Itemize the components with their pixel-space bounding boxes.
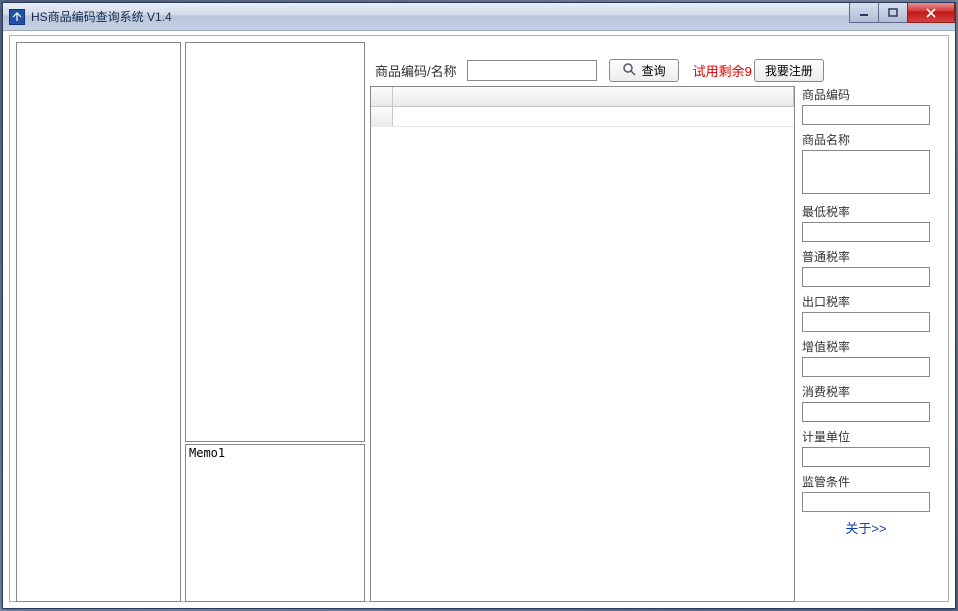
vat-label: 增值税率 <box>802 338 942 355</box>
export-tax-field[interactable] <box>802 312 930 332</box>
app-icon <box>9 9 25 25</box>
export-tax-label: 出口税率 <box>802 293 942 310</box>
search-icon <box>622 62 636 79</box>
window-controls <box>850 3 955 23</box>
details-panel: 商品编码 商品名称 最低税率 普通税率 出口税率 增值税率 <box>802 86 942 537</box>
client-area: Memo1 商品编码/名称 查询 试用剩余9 我要注册 <box>9 35 949 602</box>
app-window: HS商品编码查询系统 V1.4 Memo1 商品编码/名称 <box>2 2 956 609</box>
register-button-label: 我要注册 <box>765 64 813 78</box>
about-link[interactable]: 关于>> <box>802 518 930 537</box>
unit-field[interactable] <box>802 447 930 467</box>
code-label: 商品编码 <box>802 86 942 103</box>
grid-row-header <box>371 107 393 126</box>
unit-label: 计量单位 <box>802 428 942 445</box>
register-button[interactable]: 我要注册 <box>754 59 824 82</box>
normal-tax-label: 普通税率 <box>802 248 942 265</box>
grid-header-col1[interactable] <box>393 87 794 106</box>
memo-text: Memo1 <box>189 446 225 460</box>
trial-remaining-text: 试用剩余9 <box>693 61 752 80</box>
min-tax-field[interactable] <box>802 222 930 242</box>
name-field[interactable] <box>802 150 930 194</box>
window-title: HS商品编码查询系统 V1.4 <box>31 8 172 25</box>
results-grid[interactable] <box>370 86 795 602</box>
titlebar[interactable]: HS商品编码查询系统 V1.4 <box>3 3 955 31</box>
normal-tax-field[interactable] <box>802 267 930 287</box>
memo-box[interactable]: Memo1 <box>185 444 365 602</box>
search-label: 商品编码/名称 <box>375 61 457 80</box>
min-tax-label: 最低税率 <box>802 203 942 220</box>
minimize-button[interactable] <box>849 3 879 23</box>
grid-corner-cell <box>371 87 393 106</box>
supervise-field[interactable] <box>802 492 930 512</box>
consume-tax-field[interactable] <box>802 402 930 422</box>
query-button[interactable]: 查询 <box>609 59 679 82</box>
name-label: 商品名称 <box>802 131 942 148</box>
grid-row[interactable] <box>371 107 794 127</box>
close-button[interactable] <box>907 3 955 23</box>
category-tree[interactable] <box>16 42 181 602</box>
vat-field[interactable] <box>802 357 930 377</box>
grid-header <box>371 87 794 107</box>
sub-list[interactable] <box>185 42 365 442</box>
query-button-label: 查询 <box>642 62 666 79</box>
supervise-label: 监管条件 <box>802 473 942 490</box>
left-column-2: Memo1 <box>185 42 365 602</box>
search-input[interactable] <box>467 60 597 81</box>
search-bar: 商品编码/名称 查询 试用剩余9 我要注册 <box>375 56 938 84</box>
maximize-button[interactable] <box>878 3 908 23</box>
consume-tax-label: 消费税率 <box>802 383 942 400</box>
code-field[interactable] <box>802 105 930 125</box>
